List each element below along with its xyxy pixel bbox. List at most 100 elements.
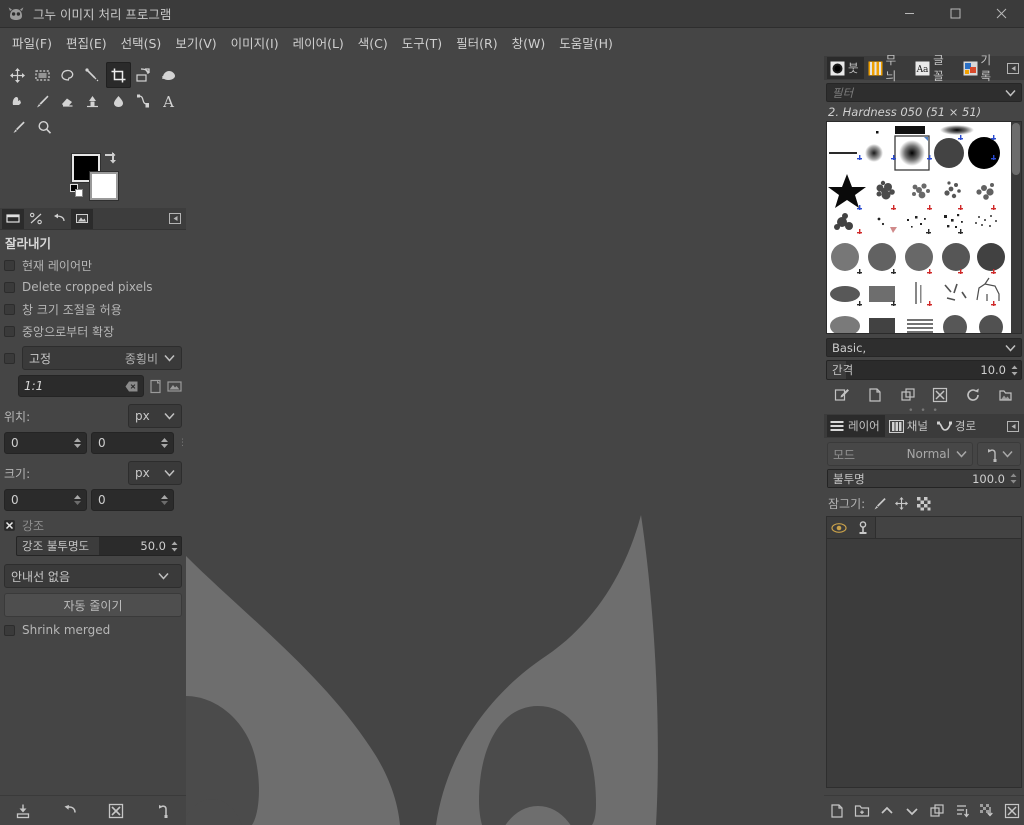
menu-image[interactable]: 이미지(I): [224, 29, 286, 56]
brush-filter-input[interactable]: 필터: [826, 83, 1022, 102]
link-chain-icon[interactable]: [851, 517, 875, 538]
scrollbar-thumb[interactable]: [1012, 123, 1020, 175]
revert-mode-button[interactable]: [977, 442, 1021, 466]
shrink-merged-checkbox[interactable]: Shrink merged: [4, 619, 182, 641]
device-status-tab[interactable]: [25, 209, 47, 229]
lock-alpha-icon[interactable]: [916, 496, 931, 511]
spinner-arrows[interactable]: [72, 493, 84, 507]
tab-layers[interactable]: 레이어: [827, 415, 885, 437]
lock-pixels-icon[interactable]: [872, 496, 887, 511]
position-unit-combo[interactable]: px: [128, 404, 182, 428]
new-layer-icon[interactable]: [827, 800, 847, 822]
crop-tool[interactable]: [105, 62, 131, 88]
brush-spacing-slider[interactable]: 간격 10.0: [826, 360, 1022, 380]
paths-tool[interactable]: [131, 88, 156, 114]
raise-layer-icon[interactable]: [877, 800, 897, 822]
layer-opacity-slider[interactable]: 불투명 100.0: [827, 469, 1021, 488]
lower-layer-icon[interactable]: [902, 800, 922, 822]
zoom-tool[interactable]: [31, 114, 57, 140]
delete-layer-icon[interactable]: [1002, 800, 1022, 822]
reset-tool-options-icon[interactable]: [152, 800, 174, 822]
delete-brush-icon[interactable]: [929, 385, 951, 405]
refresh-brushes-icon[interactable]: [962, 385, 984, 405]
lock-position-icon[interactable]: [894, 496, 909, 511]
duplicate-brush-icon[interactable]: [897, 385, 919, 405]
clone-tool[interactable]: [80, 88, 105, 114]
spinner-arrows[interactable]: [1009, 472, 1020, 485]
duplicate-layer-icon[interactable]: [927, 800, 947, 822]
position-y-input[interactable]: 0: [91, 432, 174, 454]
smudge-tool[interactable]: [5, 88, 30, 114]
chevron-down-icon[interactable]: [1005, 344, 1016, 352]
highlight-checkbox[interactable]: 강조: [4, 514, 182, 536]
spinner-arrows[interactable]: [159, 493, 171, 507]
chevron-down-icon[interactable]: [1005, 89, 1016, 97]
paintbrush-tool[interactable]: [30, 88, 55, 114]
menu-windows[interactable]: 창(W): [505, 29, 553, 56]
save-tool-preset-icon[interactable]: [12, 800, 34, 822]
rectangle-select-tool[interactable]: [30, 62, 55, 88]
menu-edit[interactable]: 편집(E): [59, 29, 114, 56]
menu-help[interactable]: 도움말(H): [552, 29, 620, 56]
position-x-input[interactable]: 0: [4, 432, 87, 454]
visibility-eye-icon[interactable]: [827, 517, 851, 538]
close-button[interactable]: [978, 0, 1024, 28]
tab-fonts[interactable]: Aa 글꼴: [912, 53, 958, 83]
eraser-tool[interactable]: [55, 88, 80, 114]
text-tool[interactable]: A: [156, 88, 181, 114]
auto-shrink-button[interactable]: 자동 줄이기: [4, 593, 182, 617]
spinner-arrows[interactable]: [1010, 364, 1021, 377]
new-brush-icon[interactable]: [864, 385, 886, 405]
brush-grid-scrollbar[interactable]: [1011, 122, 1021, 333]
new-layer-group-icon[interactable]: [852, 800, 872, 822]
current-layer-only-checkbox[interactable]: 현재 레이어만: [4, 254, 182, 276]
bucket-fill-tool[interactable]: [156, 62, 181, 88]
tab-history[interactable]: 기록: [960, 53, 1006, 83]
menu-tools[interactable]: 도구(T): [395, 29, 449, 56]
brushes-dock-menu-button[interactable]: [1007, 62, 1020, 75]
spinner-arrows[interactable]: [170, 540, 181, 553]
fixed-aspect-combo[interactable]: 고정 종횡비: [22, 346, 182, 370]
guides-combo[interactable]: 안내선 없음: [4, 564, 182, 588]
brush-grid[interactable]: [826, 121, 1022, 334]
tab-patterns[interactable]: 무늬: [865, 53, 911, 83]
minimize-button[interactable]: [886, 0, 932, 28]
size-unit-combo[interactable]: px: [128, 461, 182, 485]
open-brush-as-image-icon[interactable]: [995, 385, 1017, 405]
brush-tag-combo[interactable]: Basic,: [826, 338, 1022, 357]
reset-colors-icon[interactable]: [70, 184, 84, 198]
maximize-button[interactable]: [932, 0, 978, 28]
fixed-checkbox[interactable]: [4, 352, 15, 364]
landscape-orientation-icon[interactable]: [167, 379, 182, 394]
merge-layer-icon[interactable]: [977, 800, 997, 822]
dock-resize-grip[interactable]: • • •: [824, 406, 1024, 416]
canvas-area[interactable]: [186, 56, 824, 825]
size-width-input[interactable]: 0: [4, 489, 87, 511]
transform-tool[interactable]: [131, 62, 156, 88]
dock-menu-button[interactable]: [169, 212, 182, 225]
size-height-input[interactable]: 0: [91, 489, 174, 511]
tab-channels[interactable]: 채널: [886, 415, 933, 437]
allow-growing-checkbox[interactable]: 창 크기 조절을 허용: [4, 298, 182, 320]
restore-tool-preset-icon[interactable]: [59, 800, 81, 822]
chain-link-icon[interactable]: ⋮: [178, 432, 187, 454]
menu-colors[interactable]: 색(C): [351, 29, 395, 56]
swap-colors-icon[interactable]: [103, 151, 117, 165]
anchor-layer-icon[interactable]: [952, 800, 972, 822]
color-picker-tool[interactable]: [5, 114, 31, 140]
aspect-ratio-input[interactable]: 1:1: [18, 375, 144, 397]
menu-filters[interactable]: 필터(R): [449, 29, 504, 56]
highlight-opacity-slider[interactable]: 강조 불투명도 50.0: [16, 536, 182, 556]
spinner-arrows[interactable]: [72, 436, 84, 450]
tab-paths[interactable]: 경로: [934, 415, 981, 437]
free-select-tool[interactable]: [55, 62, 80, 88]
tool-options-tab[interactable]: [2, 208, 24, 229]
spinner-arrows[interactable]: [159, 436, 171, 450]
edit-brush-icon[interactable]: [831, 385, 853, 405]
background-color-swatch[interactable]: [90, 172, 118, 200]
expand-from-center-checkbox[interactable]: 중앙으로부터 확장: [4, 320, 182, 342]
clear-icon[interactable]: [125, 381, 138, 392]
move-tool[interactable]: [5, 62, 30, 88]
tab-brushes[interactable]: 붓: [827, 57, 864, 79]
menu-select[interactable]: 선택(S): [114, 29, 169, 56]
